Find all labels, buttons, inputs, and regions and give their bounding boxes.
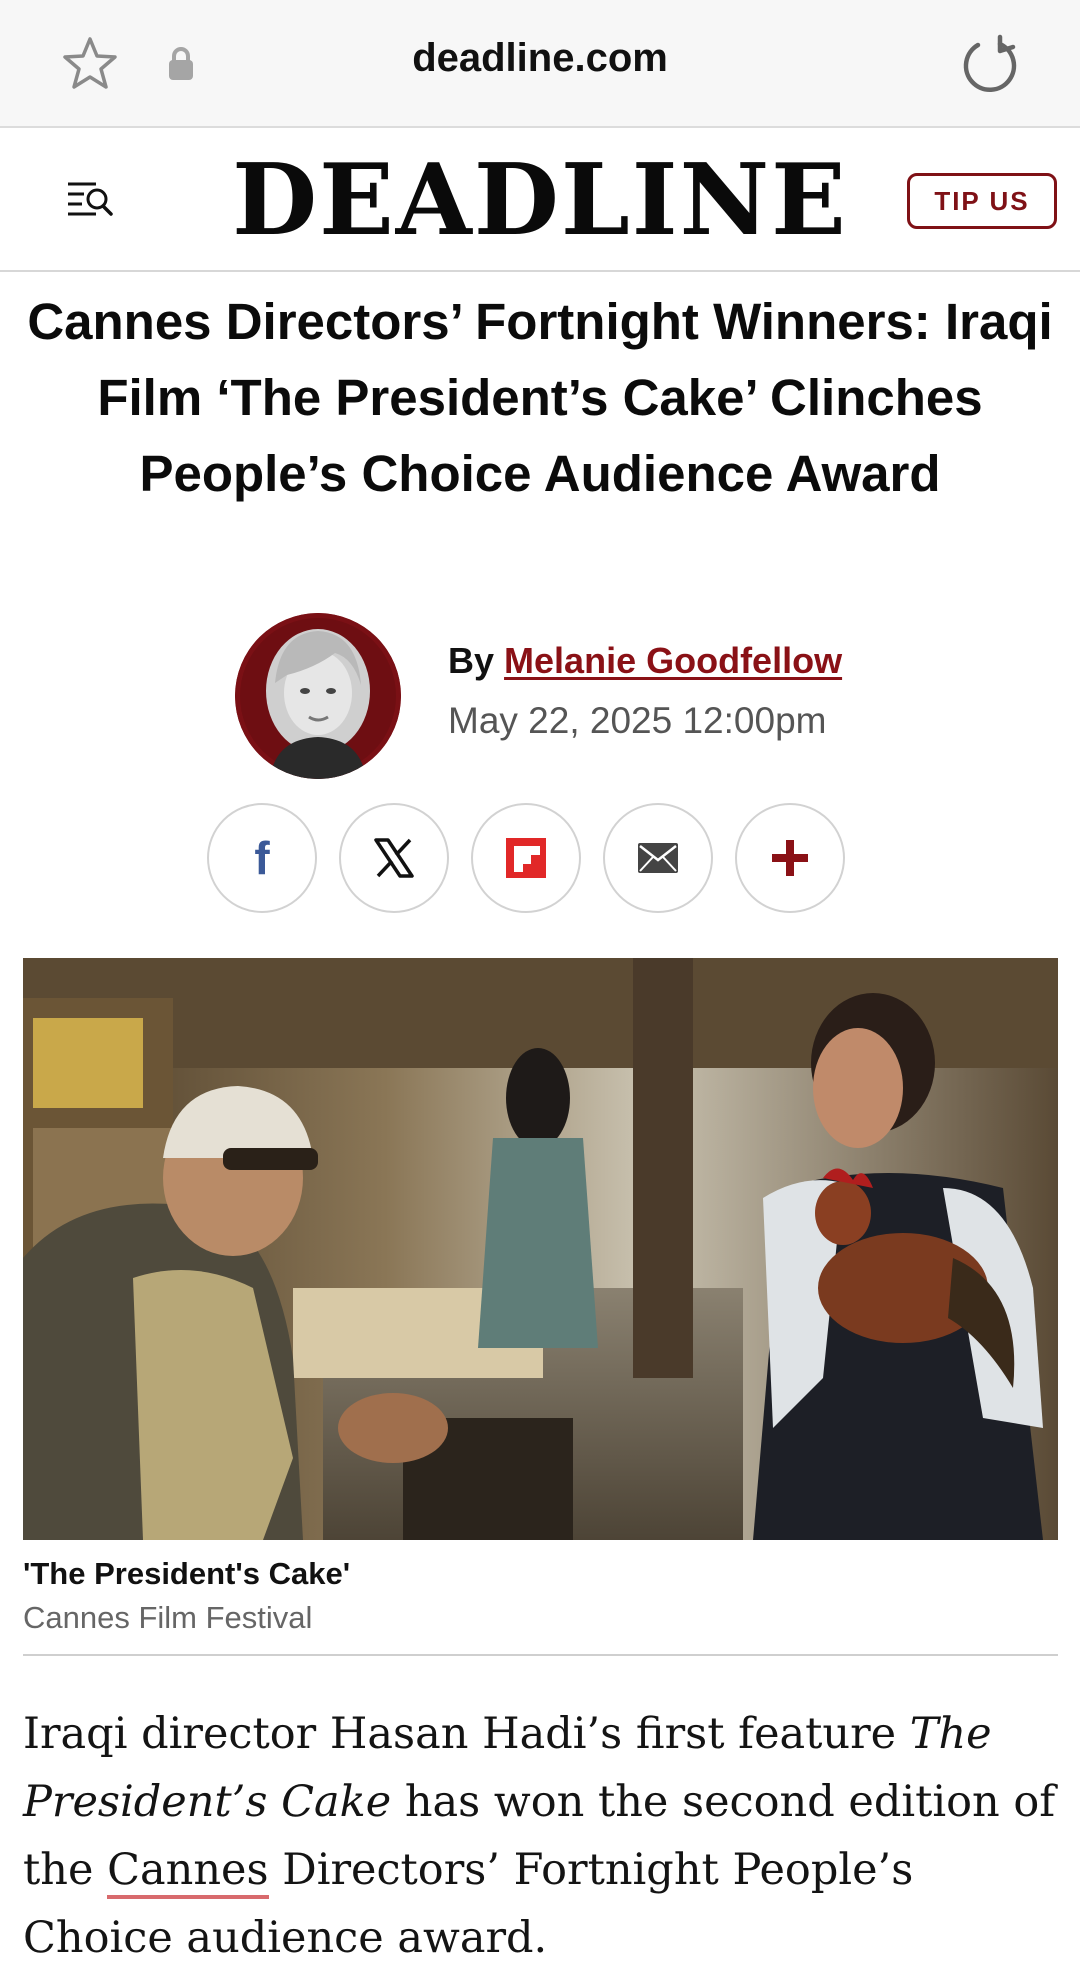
article-headline: Cannes Directors’ Fortnight Winners: Ira…	[27, 293, 1053, 502]
author-avatar[interactable]	[235, 613, 401, 779]
share-x-button[interactable]	[339, 803, 449, 913]
tip-us-button[interactable]: TIP US	[907, 173, 1057, 229]
publish-date: May 22, 2025 12:00pm	[448, 700, 827, 741]
facebook-icon: f	[254, 832, 270, 884]
author-link[interactable]: Melanie Goodfellow	[504, 640, 842, 681]
flipboard-icon	[506, 838, 546, 878]
byline: By Melanie Goodfellow	[448, 640, 842, 682]
share-more-button[interactable]	[735, 803, 845, 913]
article-body-paragraph: Iraqi director Hasan Hadi’s first featur…	[23, 1700, 1063, 1972]
body-text-segment: Iraqi director Hasan Hadi’s first featur…	[23, 1709, 910, 1759]
divider	[23, 1654, 1058, 1656]
share-email-button[interactable]	[603, 803, 713, 913]
article-hero-image[interactable]	[23, 958, 1058, 1540]
site-header: DEADLINE TIP US	[0, 130, 1080, 272]
photo-caption-title: 'The President's Cake'	[23, 1556, 351, 1591]
browser-toolbar: deadline.com	[0, 0, 1080, 128]
share-facebook-button[interactable]: f	[207, 803, 317, 913]
film-still-image	[23, 958, 1058, 1540]
address-bar-url[interactable]: deadline.com	[0, 36, 1080, 81]
photo-credit: Cannes Film Festival	[23, 1600, 313, 1635]
share-bar: f	[207, 803, 845, 913]
x-icon	[374, 838, 414, 878]
share-flipboard-button[interactable]	[471, 803, 581, 913]
email-icon	[638, 843, 678, 873]
cannes-link[interactable]: Cannes	[107, 1845, 269, 1899]
author-portrait-image	[235, 613, 401, 779]
byline-prefix: By	[448, 640, 495, 681]
plus-icon	[772, 840, 808, 876]
reload-icon[interactable]	[958, 34, 1020, 96]
